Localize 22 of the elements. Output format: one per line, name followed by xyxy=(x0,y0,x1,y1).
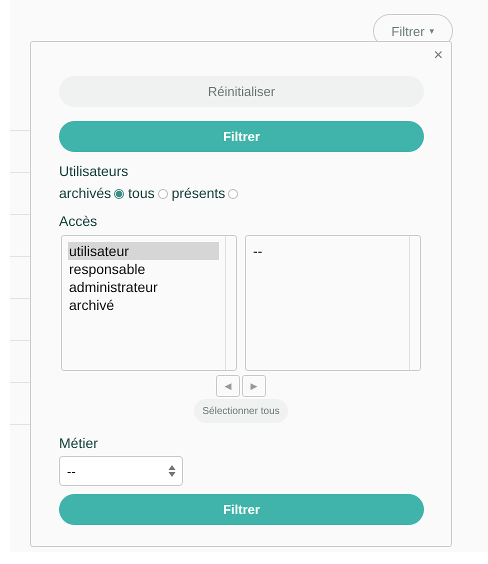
stepper-icon xyxy=(168,464,176,478)
reset-button[interactable]: Réinitialiser xyxy=(59,76,424,107)
list-option[interactable]: archivé xyxy=(68,296,219,314)
job-select[interactable]: -- xyxy=(59,456,183,486)
radio-button[interactable] xyxy=(158,188,168,198)
radio-label: présents xyxy=(172,185,226,202)
select-all-button[interactable]: Sélectionner tous xyxy=(194,399,288,423)
chosen-list[interactable]: -- xyxy=(245,235,421,371)
radio-button[interactable] xyxy=(114,188,124,198)
close-button[interactable]: × xyxy=(434,48,443,64)
list-option[interactable]: utilisateur xyxy=(68,242,219,260)
radio-label: archivés xyxy=(59,185,112,202)
radio-label: tous xyxy=(128,185,155,202)
caret-icon: ▾ xyxy=(430,26,435,36)
users-label: Utilisateurs xyxy=(59,163,130,180)
job-label: Métier xyxy=(59,435,99,452)
available-list[interactable]: utilisateur responsable administrateur archivé xyxy=(61,235,237,371)
list-option[interactable]: -- xyxy=(252,242,403,260)
list-option[interactable]: administrateur xyxy=(68,278,219,296)
radio-button[interactable] xyxy=(228,188,238,198)
list-option[interactable]: responsable xyxy=(68,260,219,278)
access-label: Accès xyxy=(59,213,98,230)
